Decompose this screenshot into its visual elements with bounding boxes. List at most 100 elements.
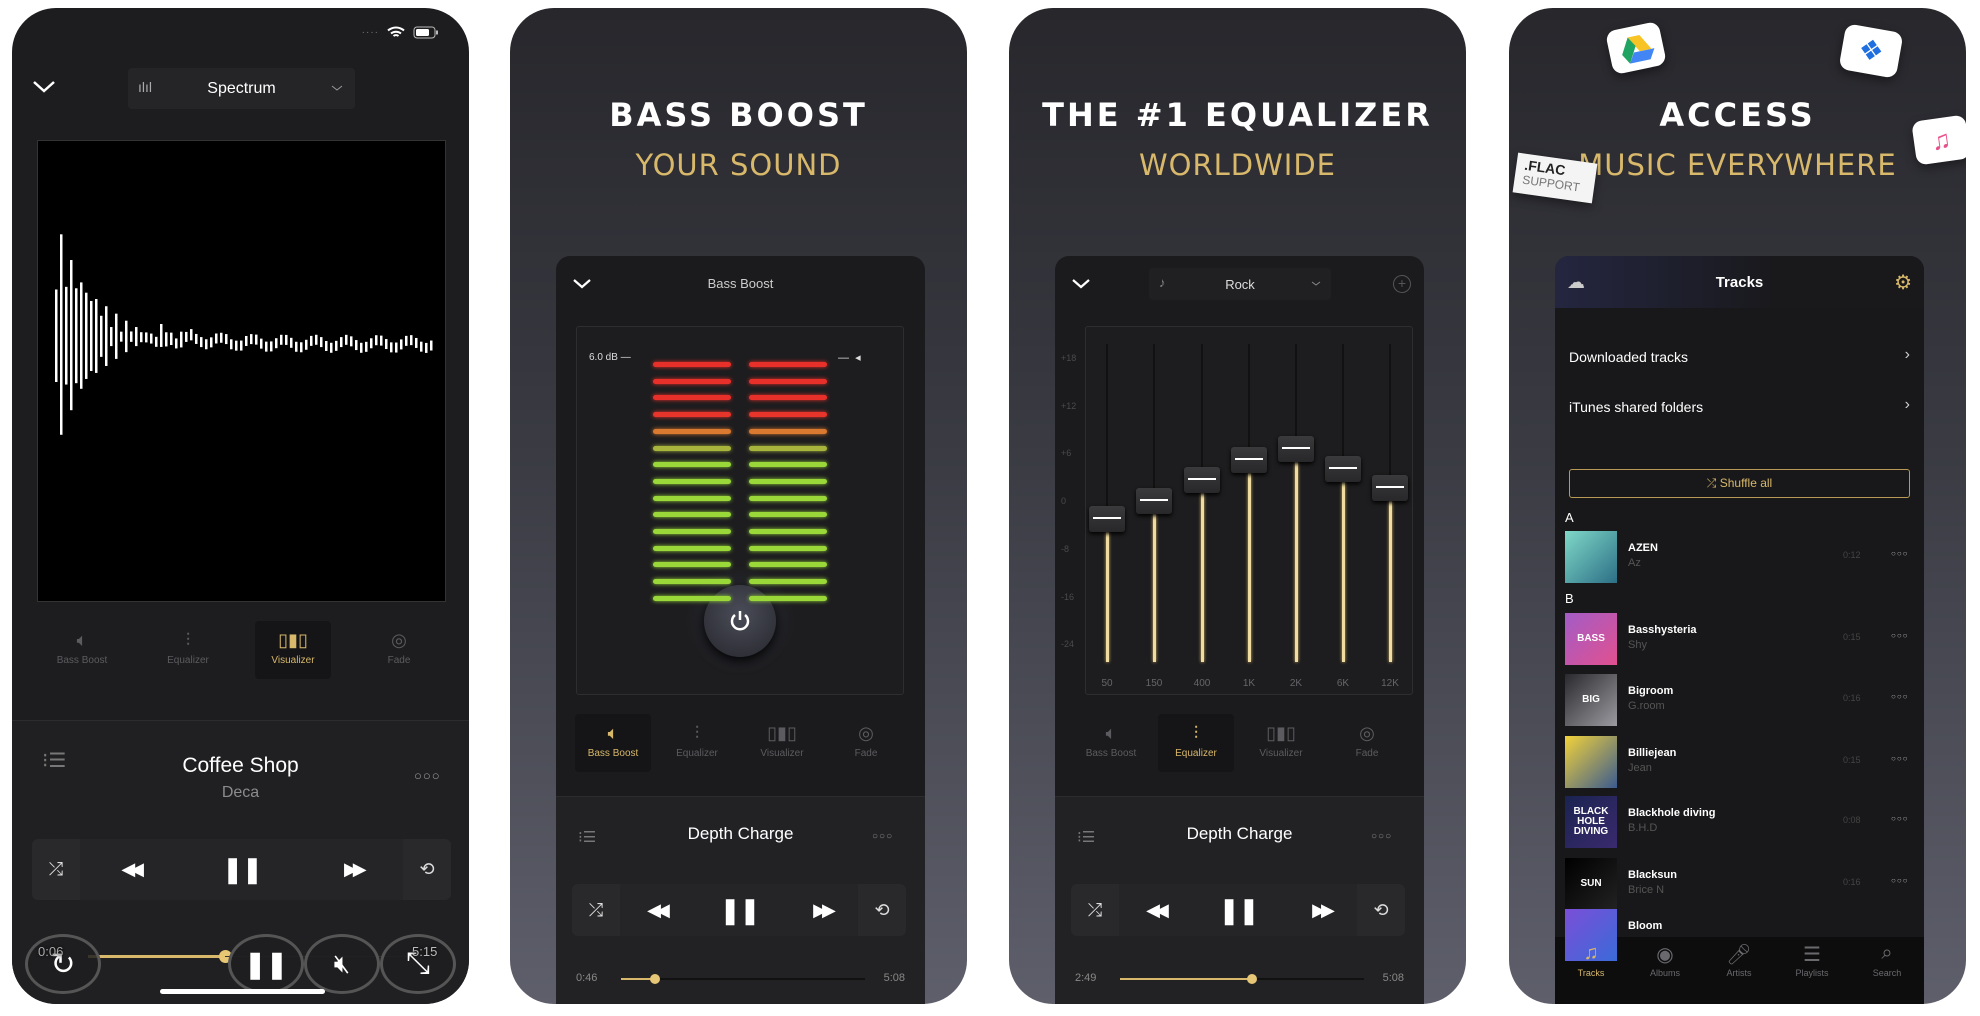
collapse-chevron-icon[interactable]	[32, 80, 56, 94]
shuffle-all-button[interactable]: ⤮ Shuffle all	[1569, 469, 1910, 498]
track-row[interactable]: BLACK HOLE DIVING Blackhole diving B.H.D 0:…	[1555, 795, 1924, 849]
visualizer-mode-dropdown[interactable]: ılıl Spectrum	[128, 68, 355, 109]
more-options-icon[interactable]: ○○○	[1891, 876, 1909, 885]
progress-slider[interactable]	[621, 974, 865, 984]
tab-playlists[interactable]: ☰ Playlists	[1782, 942, 1842, 992]
tab-bass-boost[interactable]: 🔈︎ Bass Boost	[575, 714, 651, 772]
meter-segment-left	[653, 495, 731, 501]
fast-forward-icon[interactable]: ▶▶	[1312, 900, 1335, 921]
eq-slider-knob-50[interactable]	[1089, 505, 1125, 532]
more-options-icon[interactable]: ○○○	[1891, 549, 1909, 558]
more-options-icon[interactable]: ○○○	[414, 768, 441, 783]
fast-forward-icon[interactable]: ▶▶	[344, 859, 367, 880]
rewind-icon[interactable]: ◀◀	[647, 900, 670, 921]
meter-segment-right	[749, 512, 827, 518]
tab-bass-boost[interactable]: 🔈︎ Bass Boost	[1073, 714, 1149, 772]
tab-fade[interactable]: ◎ Fade	[828, 714, 904, 772]
shuffle-icon[interactable]: ⤮	[1088, 900, 1102, 921]
band-frequency-label: 6K	[1336, 678, 1350, 689]
tab-albums[interactable]: ◉ Albums	[1635, 942, 1695, 992]
more-options-icon[interactable]: ○○○	[1891, 631, 1909, 640]
repeat-button[interactable]: ⟲	[858, 884, 906, 936]
eq-slider-knob-400[interactable]	[1184, 466, 1220, 493]
tab-label: Bass Boost	[1085, 748, 1137, 759]
chevron-right-icon: ›	[1904, 346, 1910, 363]
add-preset-icon[interactable]: +	[1393, 275, 1411, 293]
track-row[interactable]: BASS Basshysteria Shy 0:15 ○○○	[1555, 612, 1924, 666]
pause-icon[interactable]: ❚❚	[1218, 895, 1260, 926]
meter-segment-left	[653, 362, 731, 367]
eq-slider-knob-12K[interactable]	[1372, 475, 1408, 502]
tab-bass-boost[interactable]: 🔈︎ Bass Boost	[44, 621, 120, 679]
track-row[interactable]: Billiejean Jean 0:15 ○○○	[1555, 735, 1924, 789]
source-itunes-shared-folders[interactable]: iTunes shared folders ›	[1555, 394, 1924, 420]
collapse-chevron-icon[interactable]	[1071, 278, 1091, 290]
replay-icon[interactable]: ↻	[25, 934, 101, 994]
fullscreen-icon[interactable]: ⤡	[380, 934, 456, 994]
source-downloaded-tracks[interactable]: Downloaded tracks ›	[1555, 344, 1924, 370]
mute-icon[interactable]: 🔇︎	[304, 934, 380, 994]
meter-segment-left	[653, 462, 731, 468]
track-row[interactable]: SUN Blacksun Brice N 0:16 ○○○	[1555, 857, 1924, 911]
shuffle-icon[interactable]: ⤮	[589, 900, 603, 921]
repeat-icon[interactable]: ⟲	[419, 859, 434, 880]
eq-slider-knob-1K[interactable]	[1231, 446, 1267, 473]
eq-slider-knob-6K[interactable]	[1325, 456, 1361, 483]
more-options-icon[interactable]: ○○○	[1891, 814, 1909, 823]
tab-equalizer[interactable]: ⫶ Equalizer	[150, 621, 226, 679]
more-options-icon[interactable]: ○○○	[1891, 754, 1909, 763]
battery-icon	[413, 26, 438, 39]
shuffle-button[interactable]: ⤮	[1071, 884, 1119, 936]
signal-dots-icon: ····	[361, 27, 379, 38]
pause-icon[interactable]: ❚❚	[222, 854, 264, 885]
google-drive-icon	[1605, 20, 1667, 76]
tab-visualizer[interactable]: ▯▮▯ Visualizer	[255, 621, 331, 679]
repeat-button[interactable]: ⟲	[403, 839, 451, 900]
tab-equalizer[interactable]: ⫶ Equalizer	[1158, 714, 1234, 772]
spectrum-bar	[65, 286, 68, 385]
rewind-icon[interactable]: ◀◀	[121, 859, 144, 880]
tab-tracks[interactable]: ♫ Tracks	[1561, 942, 1621, 992]
repeat-icon[interactable]: ⟲	[874, 900, 889, 921]
pause-icon[interactable]: ❚❚	[228, 934, 304, 994]
progress-thumb[interactable]	[1246, 974, 1257, 984]
tab-artists[interactable]: 🎤︎ Artists	[1709, 942, 1769, 992]
more-options-icon[interactable]: ○○○	[1891, 692, 1909, 701]
tab-visualizer[interactable]: ▯▮▯ Visualizer	[1243, 714, 1319, 772]
slider-fill	[1200, 480, 1204, 662]
time-elapsed: 2:49	[1075, 972, 1097, 984]
tab-fade[interactable]: ◎ Fade	[1329, 714, 1405, 772]
promo-subheadline: YOUR SOUND	[635, 148, 842, 182]
shuffle-button[interactable]: ⤮	[572, 884, 620, 936]
more-options-icon[interactable]: ○○○	[872, 831, 893, 842]
power-icon	[730, 611, 750, 631]
tab-visualizer[interactable]: ▯▮▯ Visualizer	[744, 714, 820, 772]
shuffle-button[interactable]: ⤮	[32, 839, 80, 900]
spectrum-bar	[430, 340, 433, 351]
spectrum-bar	[420, 341, 423, 352]
meter-segment-left	[653, 545, 731, 551]
rewind-icon[interactable]: ◀◀	[1146, 900, 1169, 921]
queue-list-icon[interactable]: ⁝☰	[1077, 828, 1095, 846]
track-row[interactable]: AZEN Az 0:12 ○○○	[1555, 530, 1924, 584]
repeat-button[interactable]: ⟲	[1357, 884, 1405, 936]
queue-list-icon[interactable]: ⁝☰	[578, 828, 596, 846]
track-row[interactable]: BIG Bigroom G.room 0:16 ○○○	[1555, 673, 1924, 727]
tab-search[interactable]: ⌕ Search	[1857, 942, 1917, 992]
pause-icon[interactable]: ❚❚	[719, 895, 761, 926]
shuffle-icon[interactable]: ⤮	[49, 859, 63, 880]
tab-label: Bass Boost	[56, 655, 108, 666]
fast-forward-icon[interactable]: ▶▶	[813, 900, 836, 921]
tab-fade[interactable]: ◎ Fade	[361, 621, 437, 679]
more-options-icon[interactable]: ○○○	[1371, 831, 1392, 842]
progress-slider[interactable]	[1120, 974, 1364, 984]
eq-slider-knob-2K[interactable]	[1278, 435, 1314, 462]
eq-slider-knob-150[interactable]	[1136, 488, 1172, 515]
spectrum-bar	[85, 292, 88, 379]
music-note-icon: ♫	[1583, 942, 1599, 964]
preset-dropdown[interactable]: ♪ Rock	[1149, 268, 1331, 300]
tab-equalizer[interactable]: ⫶ Equalizer	[659, 714, 735, 772]
settings-gear-icon[interactable]: ⚙	[1894, 270, 1912, 295]
meter-segment-left	[653, 579, 731, 585]
repeat-icon[interactable]: ⟲	[1373, 900, 1388, 921]
